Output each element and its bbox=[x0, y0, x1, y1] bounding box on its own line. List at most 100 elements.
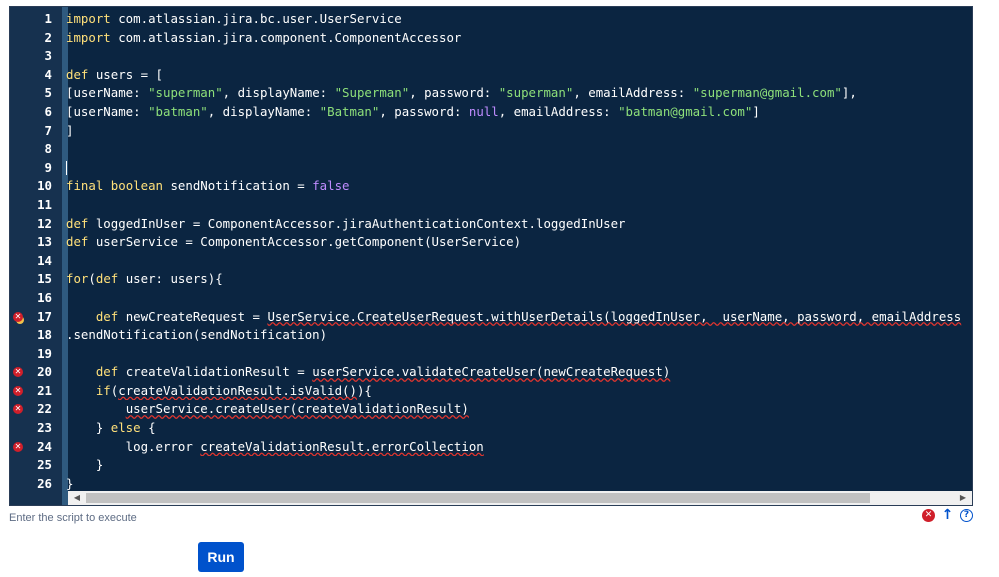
code-text[interactable]: final boolean sendNotification = false bbox=[66, 177, 972, 196]
code-line[interactable]: 9 bbox=[10, 159, 972, 178]
code-line[interactable]: ✕ 24 log.error createValidationResult.err… bbox=[10, 438, 972, 457]
string-token: "batman@gmail.com" bbox=[618, 103, 753, 119]
code-token: ){ bbox=[356, 382, 372, 398]
code-token: ] bbox=[752, 103, 760, 119]
code-line[interactable]: 8 bbox=[10, 140, 972, 159]
code-line[interactable]: 15 for(def user: users){ bbox=[10, 270, 972, 289]
code-line[interactable]: 25 } bbox=[10, 456, 972, 475]
code-text[interactable]: import com.atlassian.jira.bc.user.UserSe… bbox=[66, 10, 972, 29]
help-icon[interactable]: ? bbox=[960, 509, 973, 522]
code-line[interactable]: ✕ 22 userService.createUser(createValidat… bbox=[10, 400, 972, 419]
keyword-token: def bbox=[66, 215, 89, 231]
error-underlined-token: userService.createUser(createValidationR… bbox=[125, 401, 469, 417]
code-text[interactable]: def users = [ bbox=[66, 66, 972, 85]
code-token: } bbox=[66, 475, 74, 491]
text-cursor bbox=[66, 161, 67, 176]
code-text[interactable]: } else { bbox=[66, 419, 972, 438]
code-text[interactable]: def newCreateRequest = UserService.Creat… bbox=[66, 308, 972, 327]
code-line[interactable]: 16 bbox=[10, 289, 972, 308]
code-line[interactable]: 7] bbox=[10, 122, 972, 141]
code-text[interactable]: def loggedInUser = ComponentAccessor.jir… bbox=[66, 215, 972, 234]
code-line[interactable]: ✕ 21 if(createValidationResult.isValid())… bbox=[10, 382, 972, 401]
code-text[interactable]: ] bbox=[66, 122, 972, 141]
code-text[interactable]: [userName: "batman", displayName: "Batma… bbox=[66, 103, 972, 122]
editor-hint-text: Enter the script to execute bbox=[9, 512, 137, 524]
code-token: , displayName: bbox=[222, 85, 335, 101]
code-text[interactable] bbox=[66, 159, 972, 178]
line-number: 25 bbox=[37, 457, 52, 473]
upload-arrow-icon[interactable]: ↑ bbox=[941, 508, 954, 522]
code-text[interactable]: .sendNotification(sendNotification) bbox=[66, 326, 972, 345]
error-underlined-token: createValidationResult.errorCollection bbox=[200, 438, 484, 454]
code-line[interactable]: 2 import com.atlassian.jira.component.Com… bbox=[10, 29, 972, 48]
string-token: "Batman" bbox=[319, 103, 380, 119]
code-line[interactable]: 3 bbox=[10, 47, 972, 66]
code-line[interactable]: ✕ 20 def createValidationResult = userSer… bbox=[10, 363, 972, 382]
line-number: 12 bbox=[37, 215, 52, 231]
code-line[interactable]: 11 bbox=[10, 196, 972, 215]
code-text[interactable]: log.error createValidationResult.errorCo… bbox=[66, 438, 972, 457]
line-number: 11 bbox=[37, 196, 52, 212]
keyword-token: final bbox=[66, 178, 104, 194]
horizontal-scrollbar[interactable]: ◀ ▶ bbox=[68, 491, 972, 505]
scroll-left-icon[interactable]: ◀ bbox=[70, 491, 84, 505]
keyword-token: import bbox=[66, 11, 111, 26]
code-token: , displayName: bbox=[207, 103, 320, 119]
line-number: 3 bbox=[44, 48, 52, 64]
string-token: "Superman" bbox=[334, 85, 410, 101]
keyword-token: else bbox=[110, 420, 141, 436]
code-token: log.error bbox=[66, 438, 201, 454]
code-line[interactable]: ✕ 17 def newCreateRequest = UserService.C… bbox=[10, 308, 972, 327]
code-token: sendNotification = bbox=[163, 178, 313, 194]
code-token: , password: bbox=[379, 103, 469, 119]
code-line[interactable]: 5 [userName: "superman", displayName: "Su… bbox=[10, 84, 972, 103]
code-token: com.atlassian.jira.component.ComponentAc… bbox=[110, 29, 462, 45]
error-underlined-token: UserService.CreateUserRequest.withUserDe… bbox=[267, 308, 962, 324]
keyword-token: def bbox=[95, 308, 119, 324]
line-number: 13 bbox=[37, 234, 52, 250]
code-text[interactable]: import com.atlassian.jira.component.Comp… bbox=[66, 29, 972, 48]
code-token: [userName: bbox=[66, 85, 149, 101]
code-token: , emailAddress: bbox=[498, 103, 619, 119]
scroll-right-icon[interactable]: ▶ bbox=[956, 491, 970, 505]
code-text[interactable]: [userName: "superman", displayName: "Sup… bbox=[66, 84, 972, 103]
code-line[interactable]: 14 bbox=[10, 252, 972, 271]
code-line[interactable]: 23 } else { bbox=[10, 419, 972, 438]
scrollbar-thumb[interactable] bbox=[86, 493, 870, 503]
code-token: , emailAddress: bbox=[573, 85, 693, 101]
code-line[interactable]: 13 def userService = ComponentAccessor.ge… bbox=[10, 233, 972, 252]
code-text[interactable]: if(createValidationResult.isValid()){ bbox=[66, 382, 972, 401]
keyword-token: def bbox=[66, 66, 89, 82]
code-lines[interactable]: 1 import com.atlassian.jira.bc.user.UserS… bbox=[10, 10, 972, 493]
code-text[interactable]: userService.createUser(createValidationR… bbox=[66, 400, 972, 419]
editor-status-icons: ✕ ↑ ? bbox=[922, 508, 973, 522]
string-token: "superman@gmail.com" bbox=[692, 85, 842, 101]
line-number: 2 bbox=[44, 29, 52, 45]
code-text[interactable]: def userService = ComponentAccessor.getC… bbox=[66, 233, 972, 252]
code-line[interactable]: 4 def users = [ bbox=[10, 66, 972, 85]
run-button[interactable]: Run bbox=[198, 542, 244, 572]
line-number: 5 bbox=[44, 85, 52, 101]
line-number: 24 bbox=[37, 438, 52, 454]
code-text[interactable]: def createValidationResult = userService… bbox=[66, 363, 972, 382]
keyword-token: for bbox=[66, 271, 89, 287]
code-token: } bbox=[66, 420, 111, 436]
line-number: 10 bbox=[37, 178, 52, 194]
error-status-icon[interactable]: ✕ bbox=[922, 509, 935, 522]
code-line[interactable]: 1 import com.atlassian.jira.bc.user.UserS… bbox=[10, 10, 972, 29]
string-token: "batman" bbox=[148, 103, 208, 119]
code-line[interactable]: 12 def loggedInUser = ComponentAccessor.j… bbox=[10, 215, 972, 234]
code-line[interactable]: 18 .sendNotification(sendNotification) bbox=[10, 326, 972, 345]
code-text[interactable]: } bbox=[66, 456, 972, 475]
code-line[interactable]: 6 [userName: "batman", displayName: "Batm… bbox=[10, 103, 972, 122]
code-line[interactable]: 19 bbox=[10, 345, 972, 364]
line-number: 1 bbox=[44, 11, 52, 26]
line-number: 21 bbox=[37, 382, 52, 398]
code-text[interactable]: for(def user: users){ bbox=[66, 270, 972, 289]
line-number: 15 bbox=[37, 271, 52, 287]
line-number: 14 bbox=[37, 252, 52, 268]
code-line[interactable]: 10 final boolean sendNotification = false bbox=[10, 177, 972, 196]
line-number: 26 bbox=[37, 475, 52, 491]
code-editor[interactable]: 1 import com.atlassian.jira.bc.user.UserS… bbox=[9, 6, 973, 506]
